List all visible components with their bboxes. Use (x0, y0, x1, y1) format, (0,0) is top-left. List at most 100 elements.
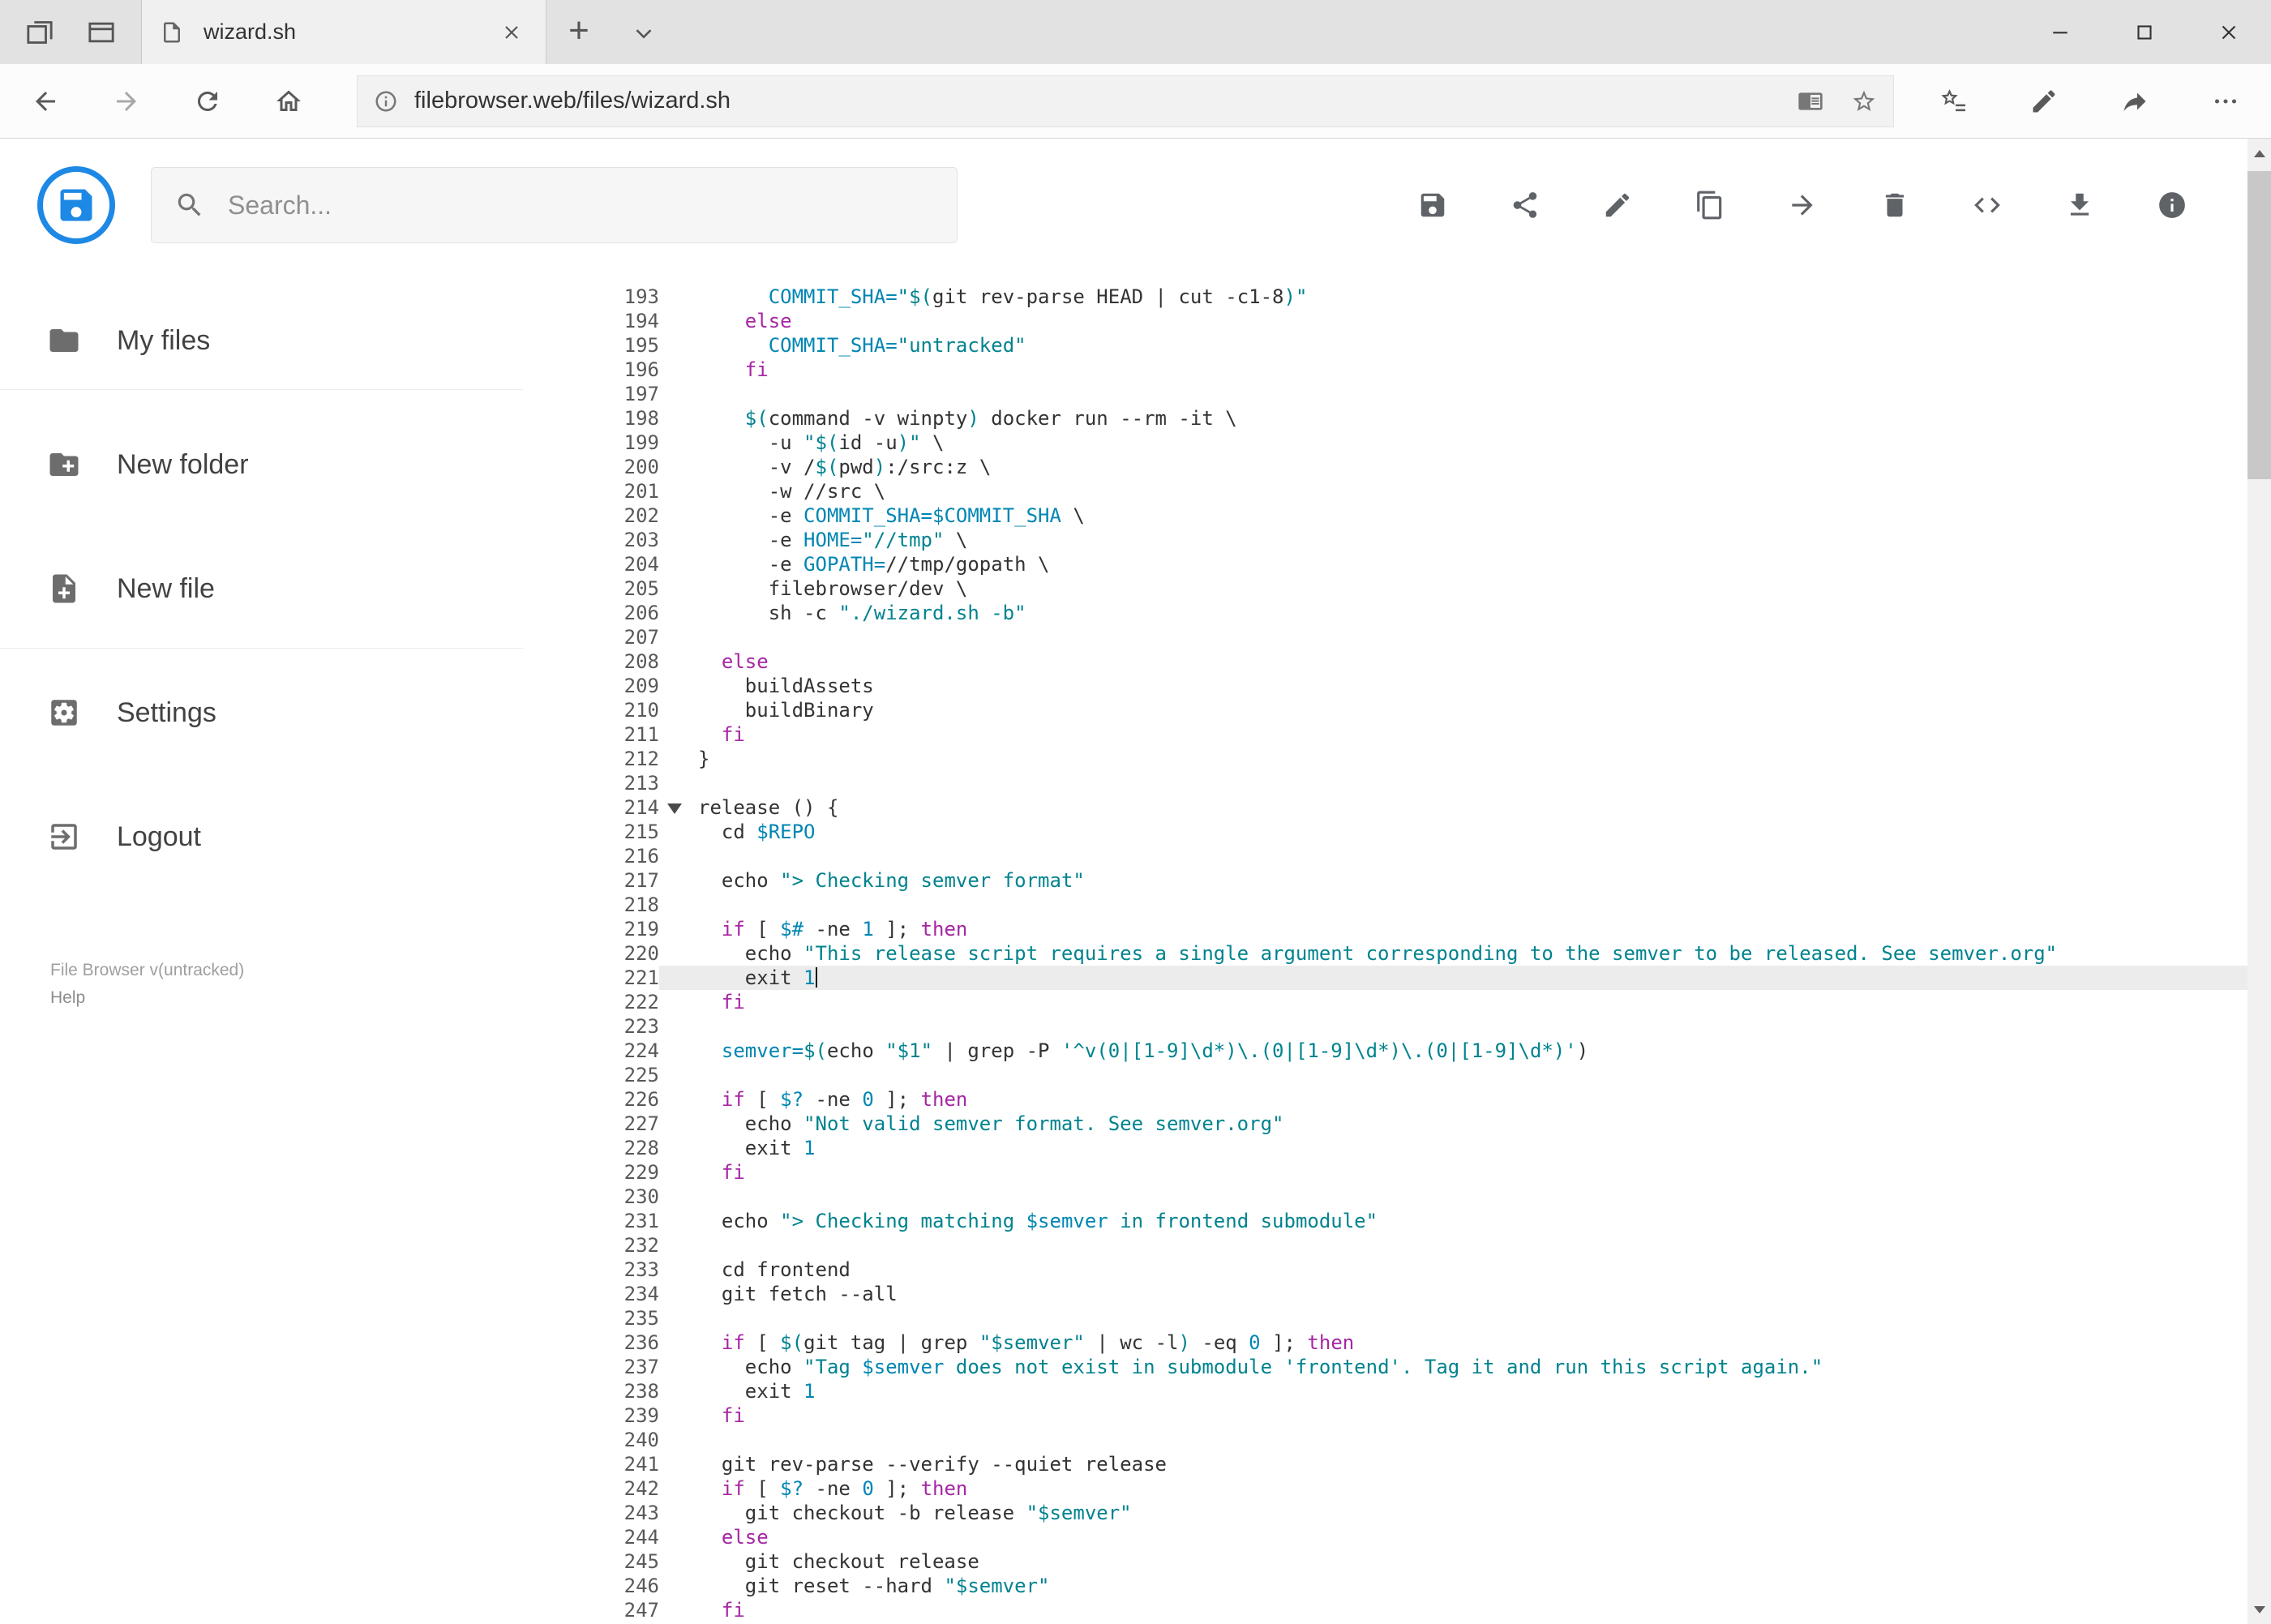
code-line[interactable]: 239 fi (523, 1403, 2247, 1428)
filebrowser-logo-icon[interactable] (37, 166, 115, 244)
search-input[interactable] (226, 189, 934, 221)
code-line[interactable]: 201 -w //src \ (523, 479, 2247, 503)
code-text[interactable]: fi (698, 722, 2247, 747)
code-text[interactable] (698, 1428, 2247, 1452)
maximize-button[interactable] (2102, 0, 2187, 64)
code-line[interactable]: 209 buildAssets (523, 674, 2247, 698)
code-text[interactable] (698, 382, 2247, 406)
edit-icon[interactable] (1600, 187, 1635, 223)
code-line[interactable]: 212} (523, 747, 2247, 771)
code-line[interactable]: 207 (523, 625, 2247, 649)
code-text[interactable]: echo "This release script requires a sin… (698, 941, 2247, 966)
code-text[interactable]: COMMIT_SHA="$(git rev-parse HEAD | cut -… (698, 285, 2247, 309)
code-text[interactable]: exit 1 (698, 966, 2247, 990)
code-text[interactable]: fi (698, 1403, 2247, 1428)
code-line[interactable]: 216 (523, 844, 2247, 868)
code-line[interactable]: 226 if [ $? -ne 0 ]; then (523, 1087, 2247, 1112)
code-text[interactable]: git rev-parse --verify --quiet release (698, 1452, 2247, 1476)
code-line[interactable]: 211 fi (523, 722, 2247, 747)
code-text[interactable]: if [ $? -ne 0 ]; then (698, 1087, 2247, 1112)
code-text[interactable]: -e COMMIT_SHA=$COMMIT_SHA \ (698, 503, 2247, 528)
code-line[interactable]: 223 (523, 1014, 2247, 1039)
code-text[interactable] (698, 1185, 2247, 1209)
code-text[interactable]: if [ $(git tag | grep "$semver" | wc -l)… (698, 1330, 2247, 1355)
code-line[interactable]: 197 (523, 382, 2247, 406)
forward-button[interactable] (86, 65, 167, 138)
raw-icon[interactable] (1969, 187, 2005, 223)
code-text[interactable]: $(command -v winpty) docker run --rm -it… (698, 406, 2247, 431)
scrollbar[interactable] (2247, 139, 2271, 1624)
search-box[interactable] (151, 167, 958, 243)
site-info-icon[interactable] (374, 89, 398, 114)
code-line[interactable]: 224 semver=$(echo "$1" | grep -P '^v(0|[… (523, 1039, 2247, 1063)
minimize-button[interactable] (2018, 0, 2102, 64)
code-text[interactable]: filebrowser/dev \ (698, 576, 2247, 601)
code-text[interactable]: } (698, 747, 2247, 771)
code-text[interactable]: else (698, 309, 2247, 333)
new-tab-button[interactable]: + (546, 0, 611, 64)
close-button[interactable] (2187, 0, 2271, 64)
code-text[interactable]: fi (698, 990, 2247, 1014)
code-text[interactable]: fi (698, 358, 2247, 382)
code-line[interactable]: 215 cd $REPO (523, 820, 2247, 844)
code-text[interactable] (698, 1306, 2247, 1330)
code-line[interactable]: 232 (523, 1233, 2247, 1258)
refresh-button[interactable] (167, 65, 248, 138)
code-text[interactable]: buildAssets (698, 674, 2247, 698)
browser-tab[interactable]: wizard.sh (141, 0, 546, 64)
code-line[interactable]: 208 else (523, 649, 2247, 674)
code-line[interactable]: 240 (523, 1428, 2247, 1452)
set-tabs-aside-icon[interactable] (21, 14, 58, 51)
help-link[interactable]: Help (50, 984, 244, 1012)
code-line[interactable]: 225 (523, 1063, 2247, 1087)
share-page-icon[interactable] (2089, 65, 2180, 138)
code-line[interactable]: 195 COMMIT_SHA="untracked" (523, 333, 2247, 358)
code-text[interactable]: COMMIT_SHA="untracked" (698, 333, 2247, 358)
code-text[interactable]: git checkout -b release "$semver" (698, 1501, 2247, 1525)
code-text[interactable]: sh -c "./wizard.sh -b" (698, 601, 2247, 625)
copy-icon[interactable] (1692, 187, 1728, 223)
scroll-down-icon[interactable] (2247, 1595, 2271, 1624)
fold-arrow-icon[interactable] (667, 803, 682, 814)
code-line[interactable]: 227 echo "Not valid semver format. See s… (523, 1112, 2247, 1136)
code-editor[interactable]: 193 COMMIT_SHA="$(git rev-parse HEAD | c… (523, 272, 2247, 1624)
code-text[interactable]: echo "> Checking semver format" (698, 868, 2247, 893)
code-line[interactable]: 236 if [ $(git tag | grep "$semver" | wc… (523, 1330, 2247, 1355)
code-text[interactable] (698, 1063, 2247, 1087)
code-line[interactable]: 246 git reset --hard "$semver" (523, 1574, 2247, 1598)
code-line[interactable]: 219 if [ $# -ne 1 ]; then (523, 917, 2247, 941)
code-line[interactable]: 202 -e COMMIT_SHA=$COMMIT_SHA \ (523, 503, 2247, 528)
code-line[interactable]: 196 fi (523, 358, 2247, 382)
code-line[interactable]: 199 -u "$(id -u)" \ (523, 431, 2247, 455)
code-text[interactable]: buildBinary (698, 698, 2247, 722)
code-line[interactable]: 243 git checkout -b release "$semver" (523, 1501, 2247, 1525)
sidebar-item-logout[interactable]: Logout (0, 803, 523, 870)
code-line[interactable]: 221 exit 1 (523, 966, 2247, 990)
code-line[interactable]: 210 buildBinary (523, 698, 2247, 722)
code-text[interactable] (698, 844, 2247, 868)
code-line[interactable]: 214 release () { (523, 795, 2247, 820)
code-line[interactable]: 245 git checkout release (523, 1549, 2247, 1574)
code-text[interactable]: -w //src \ (698, 479, 2247, 503)
code-line[interactable]: 242 if [ $? -ne 0 ]; then (523, 1476, 2247, 1501)
code-line[interactable]: 241 git rev-parse --verify --quiet relea… (523, 1452, 2247, 1476)
code-text[interactable] (698, 771, 2247, 795)
more-options-icon[interactable] (2180, 65, 2271, 138)
code-line[interactable]: 233 cd frontend (523, 1258, 2247, 1282)
share-icon[interactable] (1507, 187, 1543, 223)
hub-favorites-icon[interactable] (1908, 65, 1999, 138)
code-text[interactable]: fi (698, 1598, 2247, 1622)
code-line[interactable]: 205 filebrowser/dev \ (523, 576, 2247, 601)
code-line[interactable]: 200 -v /$(pwd):/src:z \ (523, 455, 2247, 479)
download-icon[interactable] (2062, 187, 2097, 223)
code-text[interactable]: git checkout release (698, 1549, 2247, 1574)
code-text[interactable] (698, 1233, 2247, 1258)
code-text[interactable]: semver=$(echo "$1" | grep -P '^v(0|[1-9]… (698, 1039, 2247, 1063)
code-line[interactable]: 194 else (523, 309, 2247, 333)
code-line[interactable]: 213 (523, 771, 2247, 795)
code-text[interactable] (698, 625, 2247, 649)
scrollbar-thumb[interactable] (2247, 171, 2271, 479)
code-text[interactable]: -e HOME="//tmp" \ (698, 528, 2247, 552)
code-text[interactable]: echo "Tag $semver does not exist in subm… (698, 1355, 2247, 1379)
code-line[interactable]: 237 echo "Tag $semver does not exist in … (523, 1355, 2247, 1379)
